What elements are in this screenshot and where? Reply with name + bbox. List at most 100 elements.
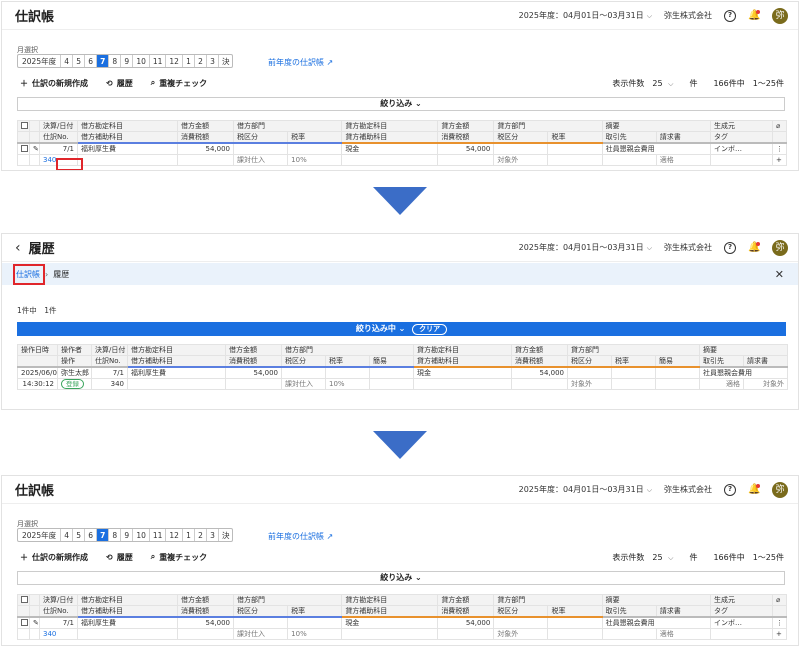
select-all-checkbox[interactable] [17, 594, 30, 606]
year-select[interactable]: 2025年度 [18, 55, 62, 67]
new-entry-button[interactable]: ＋仕訳の新規作成 [20, 552, 88, 563]
entry-number-link[interactable]: 340 [39, 628, 78, 640]
more-icon[interactable]: ⋮ [772, 616, 787, 629]
chevron-down-icon: ⌄ [398, 324, 406, 333]
fiscal-year-selector[interactable]: 2025年度：04月01日〜03月31日 ⌵ [519, 484, 652, 495]
table-row[interactable]: ✎ 7/1 福利厚生費 54,000 現金 54,000 社員懇親会費用 インボ… ⋮ [17, 616, 787, 629]
avatar[interactable]: 弥 [772, 239, 788, 256]
prev-year-link[interactable]: 前年度の仕訳帳 ↗ [268, 531, 333, 542]
add-icon[interactable]: + [772, 154, 787, 166]
month-item[interactable]: 2 [195, 55, 207, 67]
back-arrow-icon[interactable]: ‹ [15, 240, 21, 256]
company-name[interactable]: 弥生株式会社 [664, 10, 712, 21]
bell-icon[interactable]: 🔔 [748, 483, 760, 496]
avatar[interactable]: 弥 [772, 481, 788, 498]
month-item[interactable]: 8 [109, 529, 122, 541]
row-checkbox[interactable] [17, 616, 30, 629]
month-item[interactable]: 1 [183, 55, 195, 67]
month-item[interactable]: 9 [121, 529, 134, 541]
duplicate-check-button[interactable]: ⌕ 重複チェック [151, 552, 207, 563]
column-header: 貸方勘定科目 [413, 344, 512, 356]
table-cell [341, 628, 439, 640]
app-header: 仕訳帳 2025年度：04月01日〜03月31日 ⌵ 弥生株式会社 ? 🔔 弥 [2, 476, 798, 504]
edit-icon[interactable]: ✎ [29, 142, 40, 155]
clear-filter-button[interactable]: クリア [412, 324, 448, 335]
new-entry-button[interactable]: ＋仕訳の新規作成 [20, 78, 88, 89]
add-icon[interactable]: + [772, 628, 787, 640]
table-row[interactable]: 340 課対仕入 10% 対象外 適格 + [17, 628, 787, 640]
month-item[interactable]: 12 [166, 529, 183, 541]
table-cell [511, 378, 568, 390]
chevron-down-icon: ⌄ [415, 99, 422, 108]
month-item[interactable]: 1 [183, 529, 195, 541]
month-item[interactable]: 6 [85, 529, 98, 541]
bell-icon[interactable]: 🔔 [748, 9, 760, 22]
company-name[interactable]: 弥生株式会社 [664, 242, 712, 253]
row-checkbox[interactable] [17, 142, 30, 155]
history-button[interactable]: ⟲ 履歴 [106, 78, 133, 89]
display-count[interactable]: 表示件数 25 ⌵ [612, 552, 673, 563]
table-cell: インボ… [710, 616, 773, 629]
month-item[interactable]: 決 [219, 55, 233, 67]
column-header: 税率 [325, 355, 370, 368]
table-cell [177, 154, 234, 166]
month-item[interactable]: 2 [195, 529, 207, 541]
month-item[interactable]: 7 [97, 55, 110, 67]
fiscal-year-selector[interactable]: 2025年度：04月01日〜03月31日 ⌵ [519, 242, 652, 253]
duplicate-check-button[interactable]: ⌕ 重複チェック [151, 78, 207, 89]
month-selector: 2025年度 4 5 6 7 8 9 10 11 12 1 2 3 決 [17, 54, 234, 68]
table-row[interactable]: 340 課対仕入 10% 対象外 適格 + [17, 154, 787, 166]
month-item[interactable]: 9 [121, 55, 134, 67]
column-header: 貸方部門 [493, 594, 603, 606]
month-item[interactable]: 8 [109, 55, 122, 67]
history-button[interactable]: ⟲ 履歴 [106, 552, 133, 563]
table-row[interactable]: ✎ 7/1 福利厚生費 54,000 現金 54,000 社員懇親会費用 インボ… ⋮ [17, 142, 787, 155]
column-header: 摘要 [601, 120, 712, 132]
filter-toggle[interactable]: 絞り込み ⌄ [17, 571, 785, 585]
prev-year-link[interactable]: 前年度の仕訳帳 ↗ [268, 57, 333, 68]
month-item[interactable]: 7 [97, 529, 110, 541]
table-cell: 対象外 [493, 628, 549, 640]
column-header: 借方部門 [232, 120, 343, 132]
close-icon[interactable]: ✕ [775, 268, 784, 281]
column-header: 借方金額 [177, 120, 234, 132]
month-item[interactable]: 5 [73, 55, 86, 67]
bell-icon[interactable]: 🔔 [748, 241, 760, 254]
filter-toggle[interactable]: 絞り込み ⌄ [17, 97, 785, 111]
month-item[interactable]: 4 [61, 55, 74, 67]
month-item[interactable]: 12 [166, 55, 183, 67]
year-select[interactable]: 2025年度 [18, 529, 62, 541]
month-item[interactable]: 3 [207, 55, 219, 67]
help-icon[interactable]: ? [724, 241, 736, 254]
column-header: 税率 [287, 131, 343, 144]
table-row[interactable]: 2025/06/09 弥生太郎 7/1 福利厚生費 54,000 現金 54,000 社員懇親… [17, 366, 788, 379]
table-cell [29, 605, 40, 618]
month-item[interactable]: 10 [133, 55, 150, 67]
table-cell [772, 605, 787, 618]
column-header: 消費税額 [437, 605, 495, 618]
month-item[interactable]: 4 [61, 529, 74, 541]
month-item[interactable]: 5 [73, 529, 86, 541]
column-header: 借方部門 [281, 344, 414, 356]
filter-toggle-active[interactable]: 絞り込み中 ⌄ クリア [17, 322, 786, 336]
month-item[interactable]: 決 [219, 529, 233, 541]
table-cell: 現金 [341, 616, 439, 629]
more-icon[interactable]: ⋮ [772, 142, 787, 155]
down-arrow [373, 431, 427, 459]
select-all-checkbox[interactable] [17, 120, 30, 132]
chevron-down-icon: ⌄ [415, 573, 422, 582]
company-name[interactable]: 弥生株式会社 [664, 484, 712, 495]
month-item[interactable]: 3 [207, 529, 219, 541]
month-item[interactable]: 6 [85, 55, 98, 67]
help-icon[interactable]: ? [724, 483, 736, 496]
month-item[interactable]: 11 [150, 55, 167, 67]
display-count[interactable]: 表示件数 25 ⌵ [612, 78, 673, 89]
table-row[interactable]: 14:30:12 登録 340 課対仕入 10% 対象外 適格 対象外 [17, 378, 788, 390]
edit-icon[interactable]: ✎ [29, 616, 40, 629]
avatar[interactable]: 弥 [772, 7, 788, 24]
table-cell [710, 154, 773, 166]
help-icon[interactable]: ? [724, 9, 736, 22]
month-item[interactable]: 10 [133, 529, 150, 541]
month-item[interactable]: 11 [150, 529, 167, 541]
fiscal-year-selector[interactable]: 2025年度：04月01日〜03月31日 ⌵ [519, 10, 652, 21]
